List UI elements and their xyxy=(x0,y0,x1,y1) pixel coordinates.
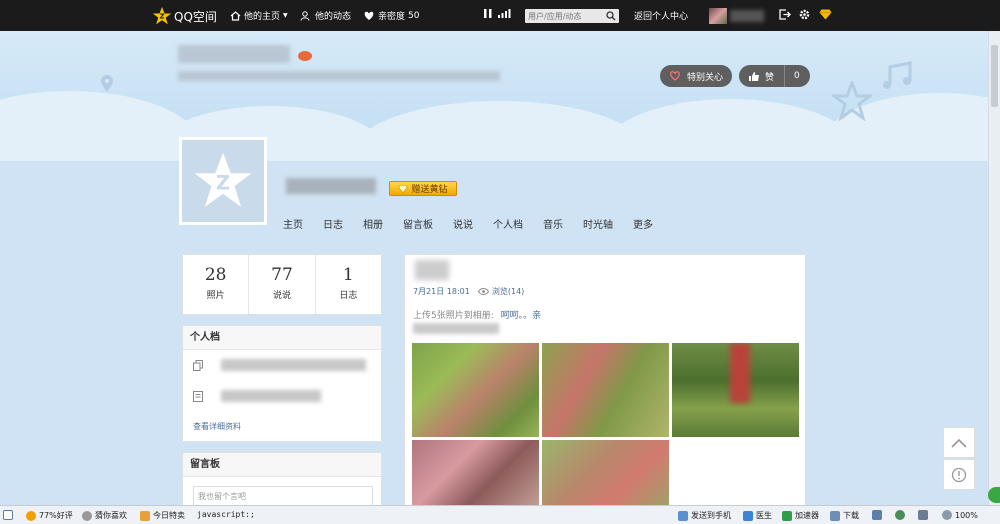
profile-info-card: 个人档 查看详细资料 xyxy=(182,325,382,442)
feed-photo-4[interactable] xyxy=(412,440,539,513)
nav-guestbook[interactable]: 留言板 xyxy=(403,216,433,231)
owner-signature-blurred xyxy=(178,71,500,81)
diamond-icon xyxy=(398,184,409,193)
search-box[interactable] xyxy=(525,9,619,23)
stat-blogs[interactable]: 1 日志 xyxy=(316,255,381,314)
thumbs-up-icon xyxy=(749,71,759,81)
svg-text:Z: Z xyxy=(216,172,230,195)
copy-icon xyxy=(193,359,203,371)
zoom-tool[interactable]: 100% xyxy=(942,510,978,520)
document-icon xyxy=(193,390,203,402)
nav-album[interactable]: 相册 xyxy=(363,216,383,231)
heart-icon xyxy=(364,11,374,20)
profile-card-title: 个人档 xyxy=(183,326,381,350)
profile-row-extra xyxy=(193,390,321,402)
doctor-tool[interactable]: 医生 xyxy=(743,510,772,521)
chevron-down-icon: ▼ xyxy=(283,12,288,19)
eye-icon xyxy=(477,288,489,295)
feed-meta: 7月21日 18:01 浏览(14) xyxy=(413,286,524,297)
nav-music[interactable]: 音乐 xyxy=(543,216,563,231)
owner-badge-icon xyxy=(298,51,312,61)
stat-photos[interactable]: 28 照片 xyxy=(183,255,250,314)
rating-indicator[interactable]: 77%好评 xyxy=(26,510,73,521)
refresh-icon[interactable] xyxy=(895,510,908,520)
feed-card: 7月21日 18:01 浏览(14) 上传5张照片到相册: 呵呵。。亲 xyxy=(404,254,806,513)
music-note-icon xyxy=(883,61,912,89)
qzone-watermark-icon xyxy=(832,81,872,121)
browser-status-bar: 77%好评 猜你喜欢 今日特卖 javascript:; 发送到手机 医生 加速… xyxy=(0,505,1000,524)
feed-author-blurred[interactable] xyxy=(415,260,449,280)
nav-home[interactable]: 主页 xyxy=(283,216,303,231)
feed-photo-3[interactable] xyxy=(672,343,799,437)
album-link[interactable]: 呵呵。。亲 xyxy=(501,311,542,321)
special-care-button[interactable]: 特别关心 xyxy=(660,65,732,87)
map-pin-icon xyxy=(101,75,113,92)
sidebar-toggle-icon[interactable] xyxy=(3,510,16,520)
profile-nav: 主页 日志 相册 留言板 说说 个人档 音乐 时光轴 更多 xyxy=(283,216,673,231)
yellow-diamond-icon[interactable] xyxy=(819,9,835,20)
chevron-up-icon xyxy=(951,438,967,448)
user-name-blurred xyxy=(730,10,764,22)
signal-bars-icon[interactable] xyxy=(498,9,514,18)
logout-icon[interactable] xyxy=(779,9,794,20)
gift-yellow-diamond-button[interactable]: 赠送黄钻 xyxy=(389,181,457,196)
daily-deals[interactable]: 今日特卖 xyxy=(140,510,185,521)
home-icon xyxy=(230,10,241,21)
profile-banner: 特别关心 赞 0 xyxy=(0,31,1000,161)
his-feeds-link[interactable]: 他的动态 xyxy=(300,9,351,22)
status-url: javascript:; xyxy=(197,510,255,519)
guestbook-title: 留言板 xyxy=(183,453,381,477)
send-to-phone[interactable]: 发送到手机 xyxy=(678,510,731,521)
stat-shuoshuo[interactable]: 77 说说 xyxy=(249,255,316,314)
profile-row-basic xyxy=(193,359,366,371)
user-avatar[interactable] xyxy=(709,8,727,24)
download-tool[interactable]: 下载 xyxy=(830,510,859,521)
page-scrollbar[interactable] xyxy=(988,31,1000,505)
feed-time[interactable]: 7月21日 18:01 xyxy=(413,286,470,297)
stats-card: 28 照片 77 说说 1 日志 xyxy=(182,254,382,315)
nav-shuoshuo[interactable]: 说说 xyxy=(453,216,473,231)
info-icon xyxy=(951,467,967,482)
search-input[interactable] xyxy=(525,9,603,23)
intimacy-indicator[interactable]: 亲密度 50 xyxy=(363,9,419,22)
feed-photo-1[interactable] xyxy=(412,343,539,437)
feed-views[interactable]: 浏览(14) xyxy=(492,286,524,297)
brand-name: QQ空间 xyxy=(174,9,217,24)
top-bar: Z QQ空间 他的主页 ▼ 他的动态 亲密度 50 返回个人中心 xyxy=(0,0,1000,31)
view-details-link[interactable]: 查看详细资料 xyxy=(193,421,241,432)
feed-photo-5[interactable] xyxy=(542,440,669,513)
owner-avatar[interactable]: Z xyxy=(179,137,267,225)
nav-more[interactable]: 更多 xyxy=(633,216,653,231)
default-avatar-star-icon: Z xyxy=(194,152,252,207)
nav-timeline[interactable]: 时光轴 xyxy=(583,216,613,231)
sound-icon[interactable] xyxy=(918,510,931,520)
owner-display-name-blurred xyxy=(286,178,376,194)
flag-icon[interactable] xyxy=(872,510,885,520)
nav-blog[interactable]: 日志 xyxy=(323,216,343,231)
owner-name-blurred xyxy=(178,45,290,63)
search-icon[interactable] xyxy=(606,11,616,21)
svg-text:Z: Z xyxy=(160,13,165,21)
gear-icon[interactable] xyxy=(799,9,813,20)
back-to-top-button[interactable] xyxy=(943,427,975,458)
scrollbar-thumb[interactable] xyxy=(991,45,998,107)
people-icon xyxy=(300,10,310,21)
heart-outline-icon xyxy=(670,71,680,81)
guestbook-card: 留言板 我也留个言吧 xyxy=(182,452,382,512)
feed-upload-text: 上传5张照片到相册: 呵呵。。亲 xyxy=(413,311,542,321)
qzone-logo[interactable]: Z QQ空间 xyxy=(152,6,217,26)
his-home-menu[interactable]: 他的主页 ▼ xyxy=(230,9,288,22)
feed-caption-blurred xyxy=(413,323,499,334)
nav-profile[interactable]: 个人档 xyxy=(493,216,523,231)
pause-icon[interactable] xyxy=(484,9,495,18)
feed-photo-2[interactable] xyxy=(542,343,669,437)
accelerator-tool[interactable]: 加速器 xyxy=(782,510,819,521)
guess-you-like[interactable]: 猜你喜欢 xyxy=(82,510,127,521)
qzone-star-icon: Z xyxy=(152,6,172,25)
green-status-badge[interactable] xyxy=(988,487,1000,503)
return-center-link[interactable]: 返回个人中心 xyxy=(634,9,688,22)
like-button[interactable]: 赞 0 xyxy=(739,65,810,87)
feedback-button[interactable] xyxy=(943,459,975,490)
